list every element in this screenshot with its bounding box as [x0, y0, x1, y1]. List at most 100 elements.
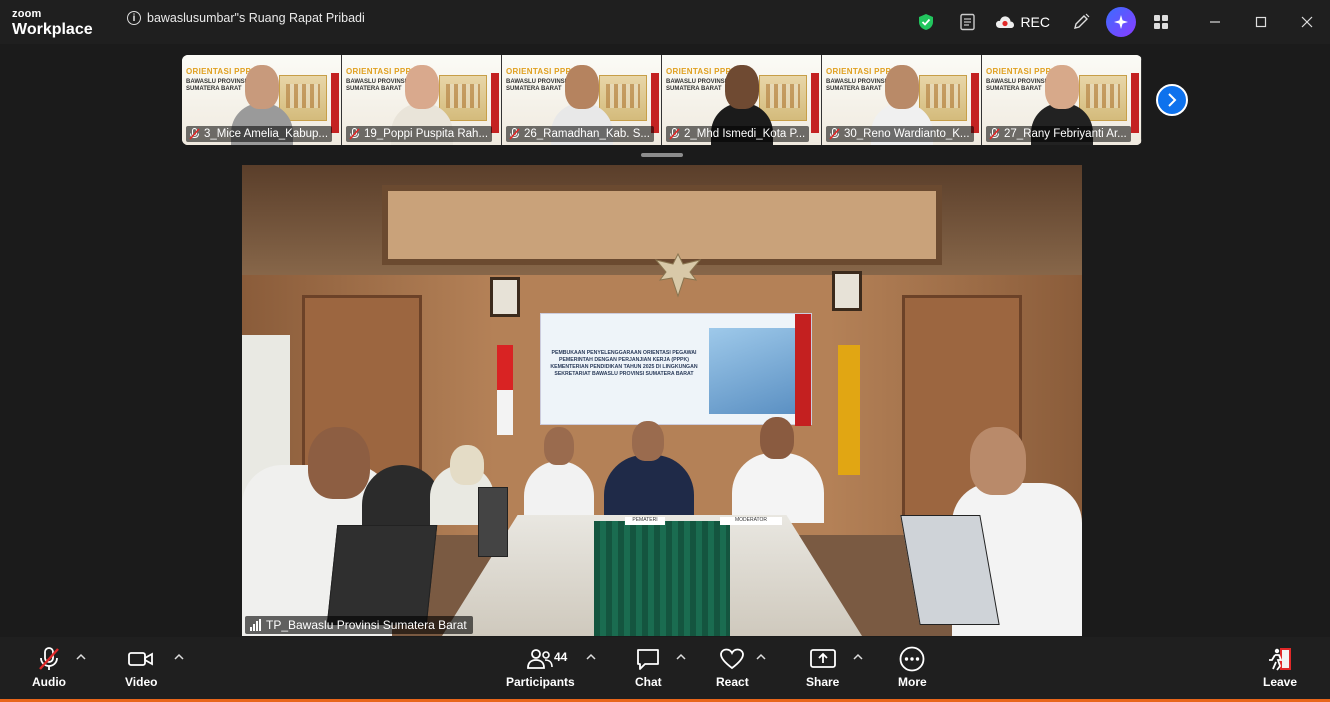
participant-gallery-strip: ORIENTASI PPPK BAWASLU PROVINSI SUMATERA B…	[182, 55, 1142, 145]
video-options-caret-icon[interactable]	[174, 653, 184, 661]
video-person-head	[450, 445, 484, 485]
participant-tile[interactable]: ORIENTASI PPPK BAWASLU PROVINSI SUMATERA B…	[342, 55, 502, 145]
leave-door-icon	[1269, 648, 1292, 671]
participant-tile[interactable]: ORIENTASI PPPK BAWASLU PROVINSI SUMATERA B…	[182, 55, 342, 145]
video-person-head	[308, 427, 370, 499]
name-plate: PEMATERI	[625, 517, 665, 525]
participant-name: 27_Rany Febriyanti Ar...	[1004, 128, 1127, 140]
participant-face	[724, 65, 759, 109]
tile-red-bar	[1131, 73, 1139, 133]
participant-name-label: 30_Reno Wardianto_K...	[826, 126, 974, 142]
zoom-meeting-window: zoom Workplace i bawaslusumbar"s Ruang R…	[0, 0, 1330, 702]
video-person	[732, 453, 824, 523]
audio-options-caret-icon[interactable]	[76, 653, 86, 661]
participant-name: 26_Ramadhan_Kab. S...	[524, 128, 650, 140]
minimize-button[interactable]	[1192, 0, 1238, 44]
apps-icon[interactable]	[1144, 5, 1178, 39]
tile-banner-subtitle: BAWASLU PROVINSI SUMATERA BARAT	[826, 79, 887, 92]
video-person-head	[632, 421, 664, 461]
participant-name: 19_Poppi Puspita Rah...	[364, 128, 489, 140]
participants-icon	[527, 649, 554, 669]
leave-label: Leave	[1263, 675, 1298, 689]
maximize-icon	[1255, 16, 1267, 28]
title-bar: zoom Workplace i bawaslusumbar"s Ruang R…	[0, 0, 1330, 44]
video-person	[604, 455, 694, 521]
mic-muted-icon	[189, 128, 200, 140]
participant-face	[1044, 65, 1079, 109]
video-portrait	[832, 271, 862, 311]
participant-name-label: 19_Poppi Puspita Rah...	[346, 126, 493, 142]
chevron-right-icon	[1168, 93, 1177, 107]
more-label: More	[898, 675, 927, 689]
indonesian-flag	[497, 345, 513, 435]
video-camera-icon	[128, 652, 154, 666]
participants-options-caret-icon[interactable]	[586, 653, 596, 661]
shield-check-icon[interactable]	[909, 5, 943, 39]
video-laptop	[326, 525, 438, 625]
mic-muted-icon	[349, 128, 360, 140]
close-button[interactable]	[1284, 0, 1330, 44]
meeting-info[interactable]: i bawaslusumbar"s Ruang Rapat Pribadi	[127, 11, 365, 25]
share-options-caret-icon[interactable]	[853, 653, 863, 661]
resize-handle[interactable]	[641, 153, 683, 157]
participant-tile[interactable]: ORIENTASI PPPK BAWASLU PROVINSI SUMATERA B…	[502, 55, 662, 145]
heart-icon	[720, 648, 745, 670]
participant-name-label: 27_Rany Febriyanti Ar...	[986, 126, 1131, 142]
participant-face	[884, 65, 919, 109]
mic-muted-icon	[669, 128, 680, 140]
main-speaker-video[interactable]: PEMBUKAAN PENYELENGGARAAN ORIENTASI PEGA…	[242, 165, 1082, 636]
speaker-name: TP_Bawaslu Provinsi Sumatera Barat	[266, 618, 467, 632]
notes-icon[interactable]	[951, 5, 985, 39]
participant-name: 30_Reno Wardianto_K...	[844, 128, 970, 140]
mic-muted-icon	[829, 128, 840, 140]
share-screen-icon	[809, 649, 836, 668]
video-button[interactable]: Video	[125, 645, 157, 689]
pen-icon[interactable]	[1064, 5, 1098, 39]
participant-face	[244, 65, 279, 109]
more-button[interactable]: More	[898, 645, 927, 689]
maximize-button[interactable]	[1238, 0, 1284, 44]
audio-button[interactable]: Audio	[32, 645, 66, 689]
yellow-flag	[838, 345, 860, 475]
participant-tile[interactable]: ORIENTASI PPPK BAWASLU PROVINSI SUMATERA B…	[982, 55, 1142, 145]
tile-red-bar	[491, 73, 499, 133]
share-button[interactable]: Share	[806, 645, 839, 689]
share-label: Share	[806, 675, 840, 689]
table-cloth	[594, 521, 730, 636]
presentation-banner: PEMBUKAAN PENYELENGGARAAN ORIENTASI PEGA…	[540, 313, 812, 426]
tile-red-bar	[811, 73, 819, 133]
microphone-muted-icon	[39, 647, 59, 670]
video-person-head	[970, 427, 1026, 495]
react-options-caret-icon[interactable]	[756, 653, 766, 661]
close-icon	[1301, 16, 1313, 28]
leave-button[interactable]: Leave	[1263, 645, 1297, 689]
cloud-record-icon	[996, 16, 1015, 28]
participant-tile[interactable]: ORIENTASI PPPK BAWASLU PROVINSI SUMATERA B…	[662, 55, 822, 145]
video-portrait	[490, 277, 520, 317]
participant-face	[404, 65, 439, 109]
zoom-workplace-logo: zoom Workplace	[12, 9, 93, 38]
chat-button[interactable]: Chat	[635, 645, 662, 689]
info-icon[interactable]: i	[127, 11, 141, 25]
rec-label: REC	[1020, 14, 1050, 30]
banner-text: PEMBUKAAN PENYELENGGARAAN ORIENTASI PEGA…	[550, 350, 698, 377]
meeting-title: bawaslusumbar"s Ruang Rapat Pribadi	[147, 11, 365, 25]
tile-red-bar	[971, 73, 979, 133]
ai-companion-icon[interactable]	[1106, 7, 1136, 37]
participant-name-label: 26_Ramadhan_Kab. S...	[506, 126, 654, 142]
participant-name-label: 3_Mice Amelia_Kabup...	[186, 126, 333, 142]
recording-indicator[interactable]: REC	[995, 14, 1050, 30]
video-person-head	[544, 427, 574, 465]
name-plate: MODERATOR	[720, 517, 782, 525]
gallery-next-button[interactable]	[1156, 84, 1188, 116]
participant-name-label: 2_Mhd Ismedi_Kota P...	[666, 126, 810, 142]
more-dots-icon	[899, 646, 925, 672]
tile-banner-subtitle: BAWASLU PROVINSI SUMATERA BARAT	[186, 79, 247, 92]
react-button[interactable]: React	[716, 645, 749, 689]
chat-options-caret-icon[interactable]	[676, 653, 686, 661]
speaker-name-label: TP_Bawaslu Provinsi Sumatera Barat	[245, 616, 473, 634]
mic-muted-icon	[989, 128, 1000, 140]
video-laptop	[478, 487, 508, 557]
tile-banner-subtitle: BAWASLU PROVINSI SUMATERA BARAT	[986, 79, 1047, 92]
participant-tile[interactable]: ORIENTASI PPPK BAWASLU PROVINSI SUMATERA B…	[822, 55, 982, 145]
